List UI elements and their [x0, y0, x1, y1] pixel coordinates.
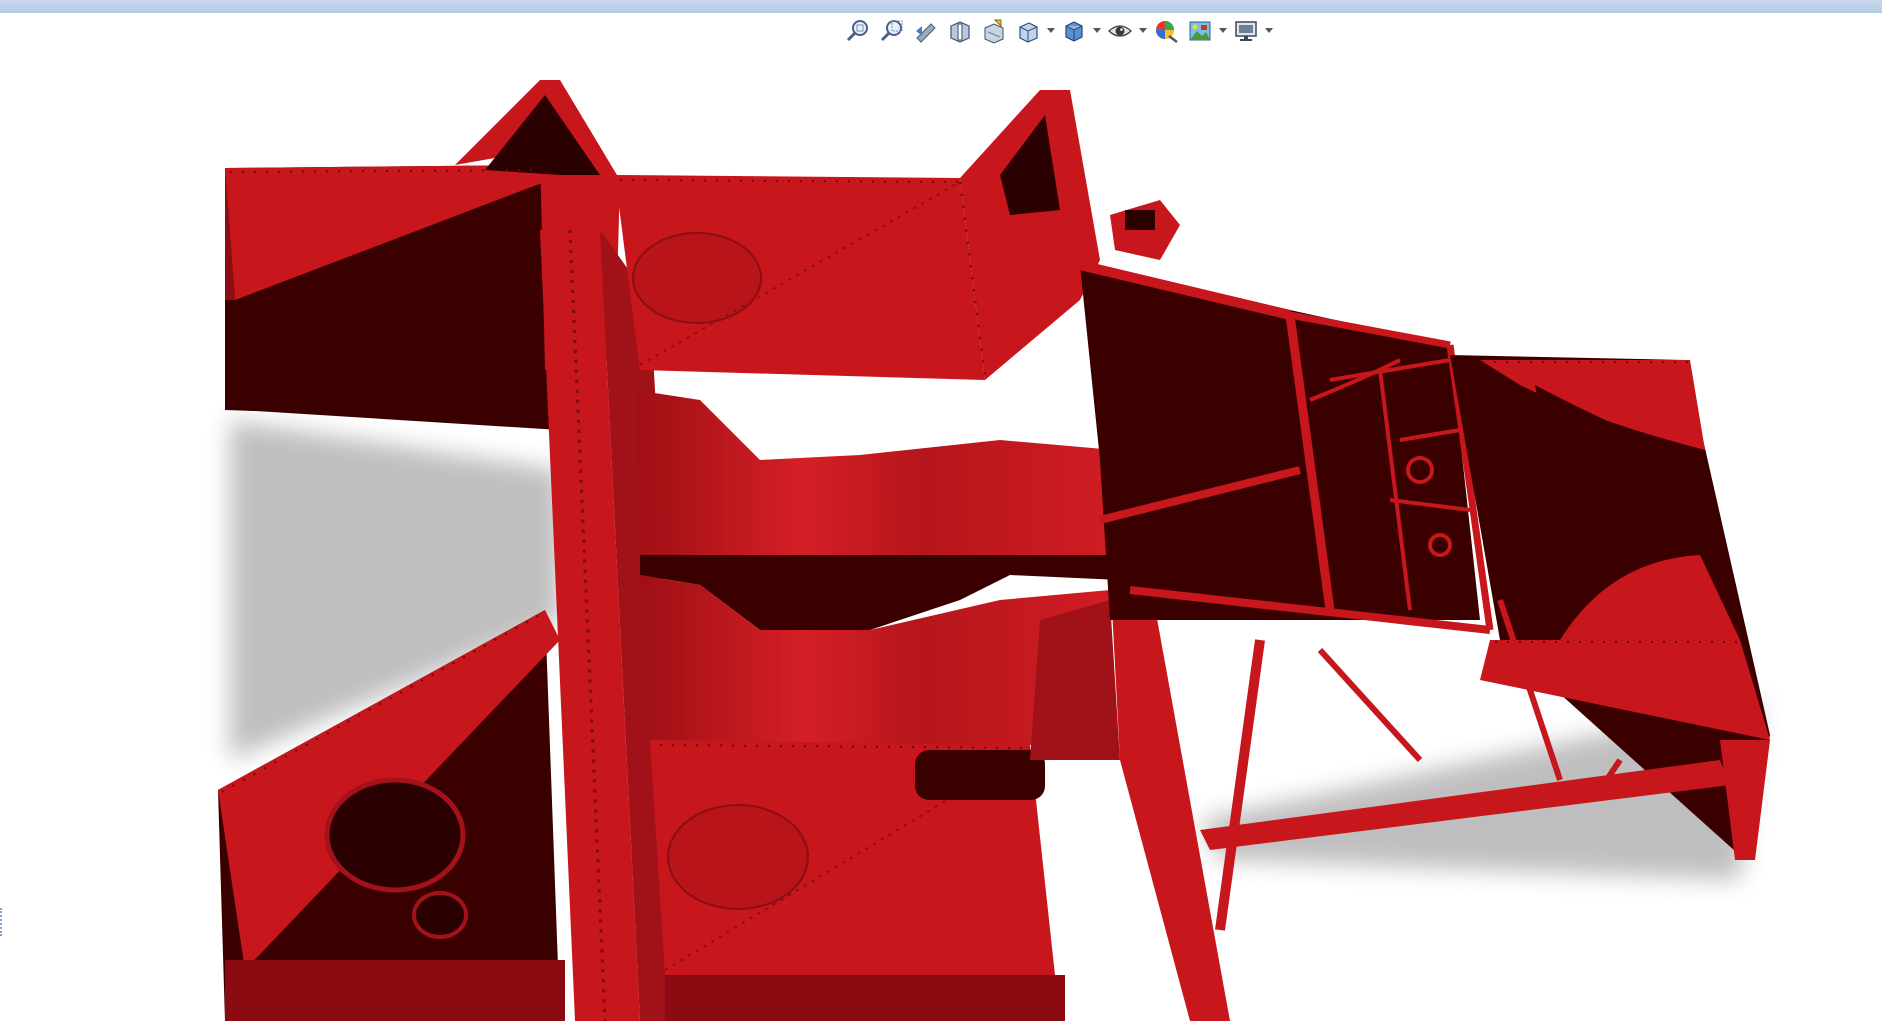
dynamic-annotation-view-icon [984, 19, 1004, 44]
edit-appearance-button[interactable] [1150, 17, 1182, 45]
view-settings-dropdown[interactable] [1264, 17, 1274, 45]
view-orientation-dropdown[interactable] [1046, 17, 1056, 45]
hide-show-items-icon [1108, 25, 1132, 37]
previous-view-icon [916, 23, 936, 43]
display-style-dropdown[interactable] [1092, 17, 1102, 45]
view-orientation-button[interactable] [1012, 17, 1044, 45]
apply-scene-dropdown[interactable] [1218, 17, 1228, 45]
chassis-model[interactable] [0, 46, 1882, 1021]
zoom-to-area-icon [880, 20, 903, 42]
window-title-bar [0, 0, 1882, 13]
section-view-button[interactable] [944, 17, 976, 45]
zoom-to-fit-button[interactable] [842, 17, 874, 45]
front-floor-panel [615, 175, 985, 380]
graphics-area[interactable] [0, 46, 1882, 1021]
apply-scene-icon [1189, 21, 1211, 41]
view-settings-button[interactable] [1230, 17, 1262, 45]
chevron-down-icon [1093, 28, 1101, 33]
rear-floor-panel [650, 740, 1065, 1021]
zoom-to-area-button[interactable] [876, 17, 908, 45]
previous-view-button[interactable] [910, 17, 942, 45]
rear-bulkhead-frame [1030, 570, 1230, 1021]
zoom-to-fit-icon [846, 20, 868, 42]
edit-appearance-icon [1156, 21, 1178, 43]
chevron-down-icon [1219, 28, 1227, 33]
chevron-down-icon [1139, 28, 1147, 33]
hide-show-items-dropdown[interactable] [1138, 17, 1148, 45]
section-view-icon [950, 21, 970, 43]
display-style-button[interactable] [1058, 17, 1090, 45]
panel-resize-handle[interactable] [0, 908, 6, 936]
chevron-down-icon [1047, 28, 1055, 33]
heads-up-view-toolbar [842, 16, 1274, 46]
view-orientation-icon [1019, 22, 1038, 43]
hide-show-items-button[interactable] [1104, 17, 1136, 45]
apply-scene-button[interactable] [1184, 17, 1216, 45]
dynamic-annotation-view-button[interactable] [978, 17, 1010, 45]
view-settings-icon [1235, 21, 1257, 41]
left-front-pod [225, 165, 560, 430]
display-style-icon [1065, 21, 1083, 42]
chevron-down-icon [1265, 28, 1273, 33]
